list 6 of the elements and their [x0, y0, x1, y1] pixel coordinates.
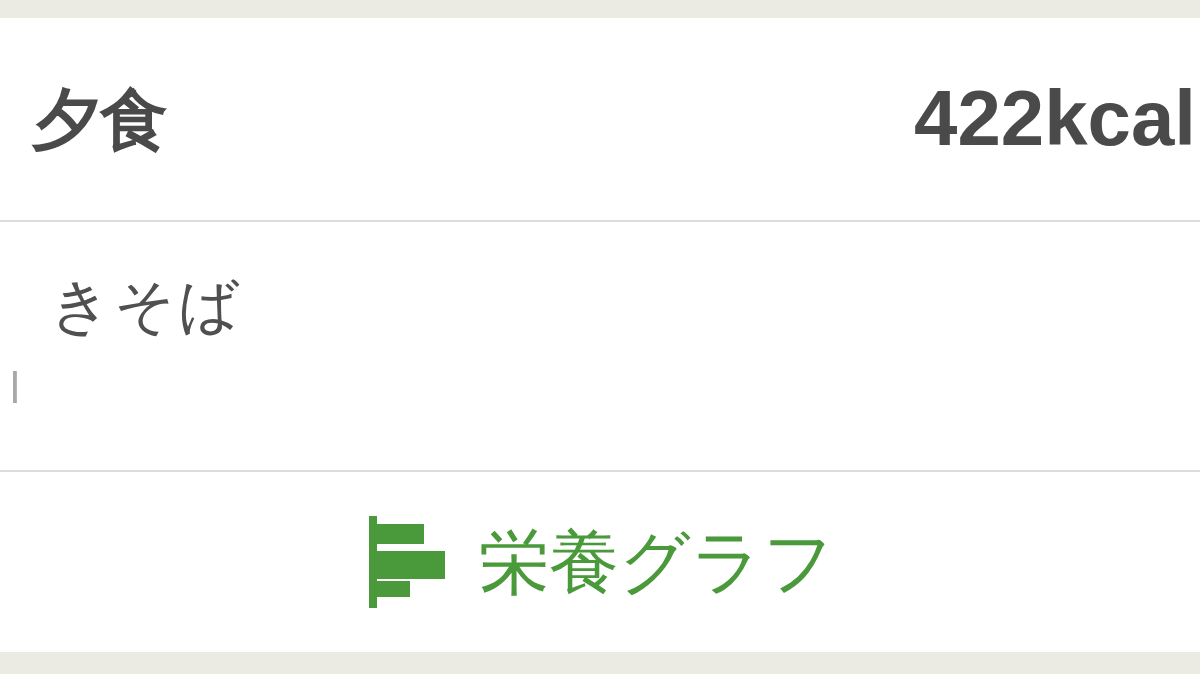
meal-calories: 422kcal: [914, 76, 1196, 162]
nutrition-graph-link[interactable]: 栄養グラフ: [369, 516, 835, 608]
food-calories: l: [10, 362, 20, 414]
food-name: きそば: [49, 271, 242, 341]
bar-chart-icon: [369, 516, 445, 608]
meal-title: 夕食: [32, 81, 168, 157]
